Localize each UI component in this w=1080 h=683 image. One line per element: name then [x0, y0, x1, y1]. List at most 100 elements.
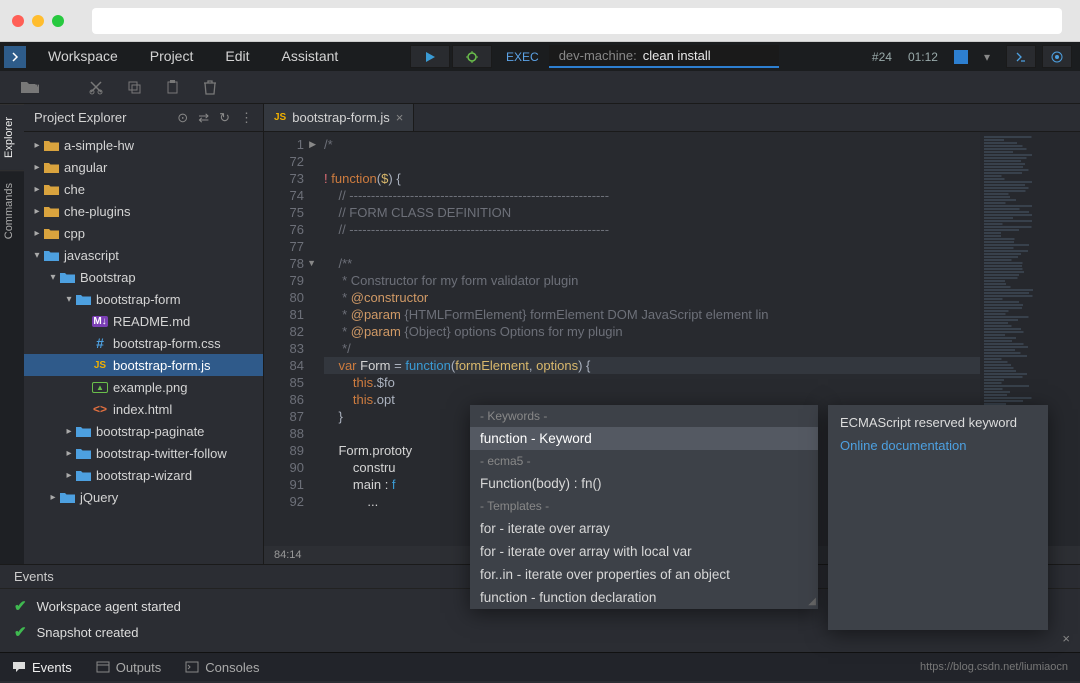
tree-folder[interactable]: ▸a-simple-hw — [24, 134, 263, 156]
tree-file[interactable]: M↓README.md — [24, 310, 263, 332]
window-close-icon[interactable] — [12, 15, 24, 27]
footer-outputs-label: Outputs — [116, 660, 162, 675]
explorer-title: Project Explorer — [34, 110, 126, 125]
chevron-icon: ▸ — [62, 470, 76, 481]
menu-workspace[interactable]: Workspace — [32, 42, 134, 71]
copy-button[interactable] — [122, 75, 146, 99]
ac-item[interactable]: for - iterate over array — [470, 517, 818, 540]
footer-watermark: https://blog.csdn.net/liumiaocn — [920, 661, 1068, 673]
paste-button[interactable] — [160, 75, 184, 99]
tree-label: che-plugins — [64, 204, 131, 219]
event-text: Snapshot created — [37, 625, 139, 640]
chevron-icon: ▸ — [46, 492, 60, 503]
project-explorer: Project Explorer ⊙ ⇄ ↻ ⋮ ▸a-simple-hw ▸ an… — [24, 104, 264, 564]
left-rail: Explorer Commands — [0, 104, 24, 564]
dropdown-icon[interactable]: ▾ — [984, 50, 990, 64]
chevron-icon: ▾ — [46, 272, 60, 283]
chevron-icon: ▸ — [62, 426, 76, 437]
tree-folder[interactable]: ▸che — [24, 178, 263, 200]
folder-icon — [76, 469, 91, 481]
window-minimize-icon[interactable] — [32, 15, 44, 27]
footer-outputs[interactable]: Outputs — [96, 660, 162, 675]
tree-label: bootstrap-form.js — [113, 358, 211, 373]
debug-button[interactable] — [452, 45, 492, 68]
tree-folder[interactable]: ▸cpp — [24, 222, 263, 244]
run-number: #24 — [872, 50, 892, 64]
explorer-link-icon[interactable]: ⊙ — [177, 110, 188, 126]
tree-file[interactable]: # bootstrap-form.css — [24, 332, 263, 354]
new-folder-button[interactable]: + — [18, 75, 42, 99]
run-button[interactable] — [410, 45, 450, 68]
explorer-refresh-icon[interactable]: ↻ — [219, 110, 230, 126]
ac-item[interactable]: function - Keyword — [470, 427, 818, 450]
tree-file[interactable]: JS bootstrap-form.js — [24, 354, 263, 376]
ac-item[interactable]: for..in - iterate over properties of an … — [470, 563, 818, 586]
line-gutter: 1▶72737475767778▼79808182838485868788899… — [264, 132, 310, 546]
chevron-icon: ▸ — [30, 162, 44, 173]
window-titlebar — [0, 0, 1080, 42]
tree-folder[interactable]: ▾Bootstrap — [24, 266, 263, 288]
tree-folder[interactable]: ▸che-plugins — [24, 200, 263, 222]
rail-commands[interactable]: Commands — [0, 170, 24, 251]
tree-folder[interactable]: ▸ bootstrap-wizard — [24, 464, 263, 486]
autocomplete-popup[interactable]: - Keywords -function - Keyword- ecma5 -F… — [470, 405, 818, 609]
progress-indicator — [954, 50, 968, 64]
doc-link[interactable]: Online documentation — [840, 438, 1036, 453]
chevron-icon: ▸ — [62, 448, 76, 459]
tree-label: bootstrap-form — [96, 292, 181, 307]
tree-folder[interactable]: ▾javascript — [24, 244, 263, 266]
cut-button[interactable] — [84, 75, 108, 99]
autocomplete-doc: ECMAScript reserved keyword Online docum… — [828, 405, 1048, 630]
tree-folder[interactable]: ▸ bootstrap-paginate — [24, 420, 263, 442]
tree-folder[interactable]: ▸jQuery — [24, 486, 263, 508]
menu-edit[interactable]: Edit — [209, 42, 265, 71]
image-icon: ▲ — [92, 382, 108, 393]
tree-label: example.png — [113, 380, 187, 395]
footer-bar: Events Outputs Consoles https://blog.csd… — [0, 652, 1080, 681]
ac-item[interactable]: for - iterate over array with local var — [470, 540, 818, 563]
tab-close-icon[interactable]: × — [396, 110, 404, 125]
exec-command-selector[interactable]: dev-machine: clean install — [549, 45, 779, 68]
css-icon: # — [92, 335, 108, 351]
tree-file[interactable]: <>index.html — [24, 398, 263, 420]
browser-url-input[interactable] — [92, 8, 1062, 34]
events-close-icon[interactable]: × — [1062, 631, 1070, 646]
folder-icon — [44, 139, 59, 151]
project-tree[interactable]: ▸a-simple-hw▸angular▸che▸che-plugins▸cpp… — [24, 132, 263, 564]
exec-host: dev-machine: — [559, 48, 637, 63]
footer-consoles[interactable]: Consoles — [185, 660, 259, 675]
tree-folder[interactable]: ▸ angular — [24, 156, 263, 178]
chevron-icon: ▾ — [62, 294, 76, 305]
explorer-settings-icon[interactable]: ⋮ — [240, 110, 253, 126]
tab-bootstrap-form-js[interactable]: JS bootstrap-form.js × — [264, 104, 414, 131]
tree-folder[interactable]: ▸bootstrap-twitter-follow — [24, 442, 263, 464]
menu-project[interactable]: Project — [134, 42, 210, 71]
explorer-collapse-icon[interactable]: ⇄ — [198, 110, 209, 126]
tree-label: che — [64, 182, 85, 197]
ac-item[interactable]: Function(body) : fn() — [470, 472, 818, 495]
ac-item[interactable]: function - function declaration — [470, 586, 818, 609]
tree-label: bootstrap-wizard — [96, 468, 192, 483]
nav-arrow-button[interactable] — [4, 46, 26, 68]
cursor-position: 84:14 — [274, 549, 302, 561]
folder-icon — [60, 271, 75, 283]
delete-button[interactable] — [198, 75, 222, 99]
svg-text:+: + — [35, 80, 40, 89]
terminal-button[interactable] — [1006, 45, 1036, 68]
footer-events-label: Events — [32, 660, 72, 675]
tree-label: bootstrap-form.css — [113, 336, 221, 351]
tree-folder[interactable]: ▾ bootstrap-form — [24, 288, 263, 310]
tree-file[interactable]: ▲ example.png — [24, 376, 263, 398]
folder-icon — [60, 491, 75, 503]
rail-explorer[interactable]: Explorer — [0, 104, 24, 170]
target-button[interactable] — [1042, 45, 1072, 68]
window-zoom-icon[interactable] — [52, 15, 64, 27]
run-elapsed: 01:12 — [908, 50, 938, 64]
ac-group-header: - Keywords - — [470, 405, 818, 427]
menu-assistant[interactable]: Assistant — [265, 42, 354, 71]
tree-label: angular — [64, 160, 107, 175]
tree-label: bootstrap-paginate — [96, 424, 204, 439]
js-icon: JS — [92, 360, 108, 371]
footer-consoles-label: Consoles — [205, 660, 259, 675]
footer-events[interactable]: Events — [12, 660, 72, 675]
